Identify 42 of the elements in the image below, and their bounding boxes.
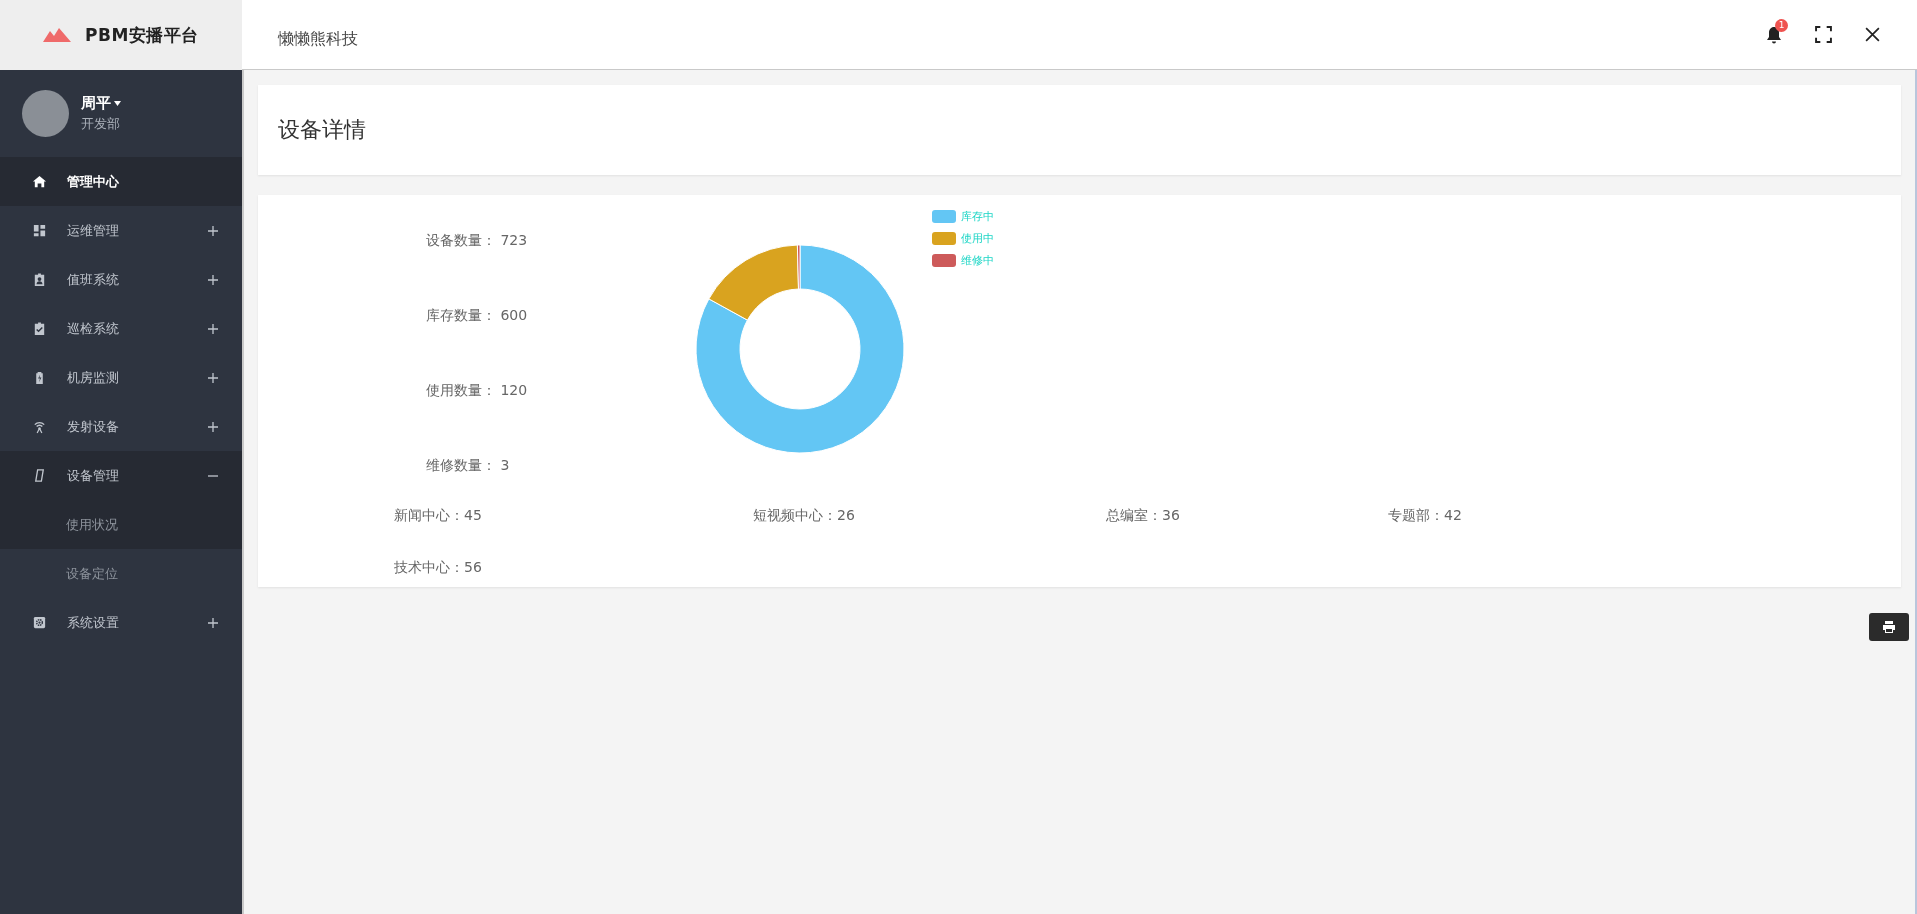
gear-icon [32,615,47,630]
antenna-icon [32,419,47,434]
department-count: 技术中心：56 [394,559,483,577]
print-button[interactable] [1869,613,1909,641]
fullscreen-icon[interactable] [1815,26,1832,43]
user-department: 开发部 [81,116,121,133]
caret-icon[interactable] [114,101,121,106]
parallelogram-icon [32,468,47,483]
home-icon [32,174,47,189]
department-count: 短视频中心：26 [753,507,856,525]
legend-swatch [932,210,956,223]
header-title: 懒懒熊科技 [278,28,359,50]
printer-icon [1882,621,1896,633]
logo-icon [43,28,72,42]
sidebar-item[interactable]: 巡检系统 [0,304,242,353]
department-count: 新闻中心：45 [394,507,483,525]
notification-badge: 1 [1775,18,1788,32]
page-title: 设备详情 [278,116,366,144]
stat-text: 设备数量： 723 [425,231,529,250]
sidebar-item[interactable]: 运维管理 [0,206,242,255]
id-badge-icon [32,272,47,287]
stat-text: 库存数量： 600 [425,306,529,325]
stat-text: 使用数量： 120 [425,381,529,400]
dashboard-icon [32,223,47,238]
sidebar-item[interactable]: 设备管理 [0,451,242,500]
close-icon[interactable] [1864,26,1881,43]
legend-swatch [932,254,956,267]
sidebar-item[interactable]: 值班系统 [0,255,242,304]
sidebar-item[interactable]: 管理中心 [0,157,242,206]
department-count: 总编室：36 [1106,507,1181,525]
sidebar-item[interactable]: 发射设备 [0,402,242,451]
sidebar-item[interactable]: 机房监测 [0,353,242,402]
user-name[interactable]: 周平 [81,94,121,113]
submenu-item[interactable]: 使用状况 [0,500,242,549]
clipboard-check-icon [32,321,47,336]
stat-text: 维修数量： 3 [425,456,511,475]
sidebar-item[interactable]: 系统设置 [0,598,242,647]
department-count: 专题部：42 [1388,507,1463,525]
submenu-item[interactable]: 设备定位 [0,549,242,598]
user-avatar [22,90,69,137]
brand-name: PBM安播平台 [85,23,199,47]
legend-swatch [932,232,956,245]
